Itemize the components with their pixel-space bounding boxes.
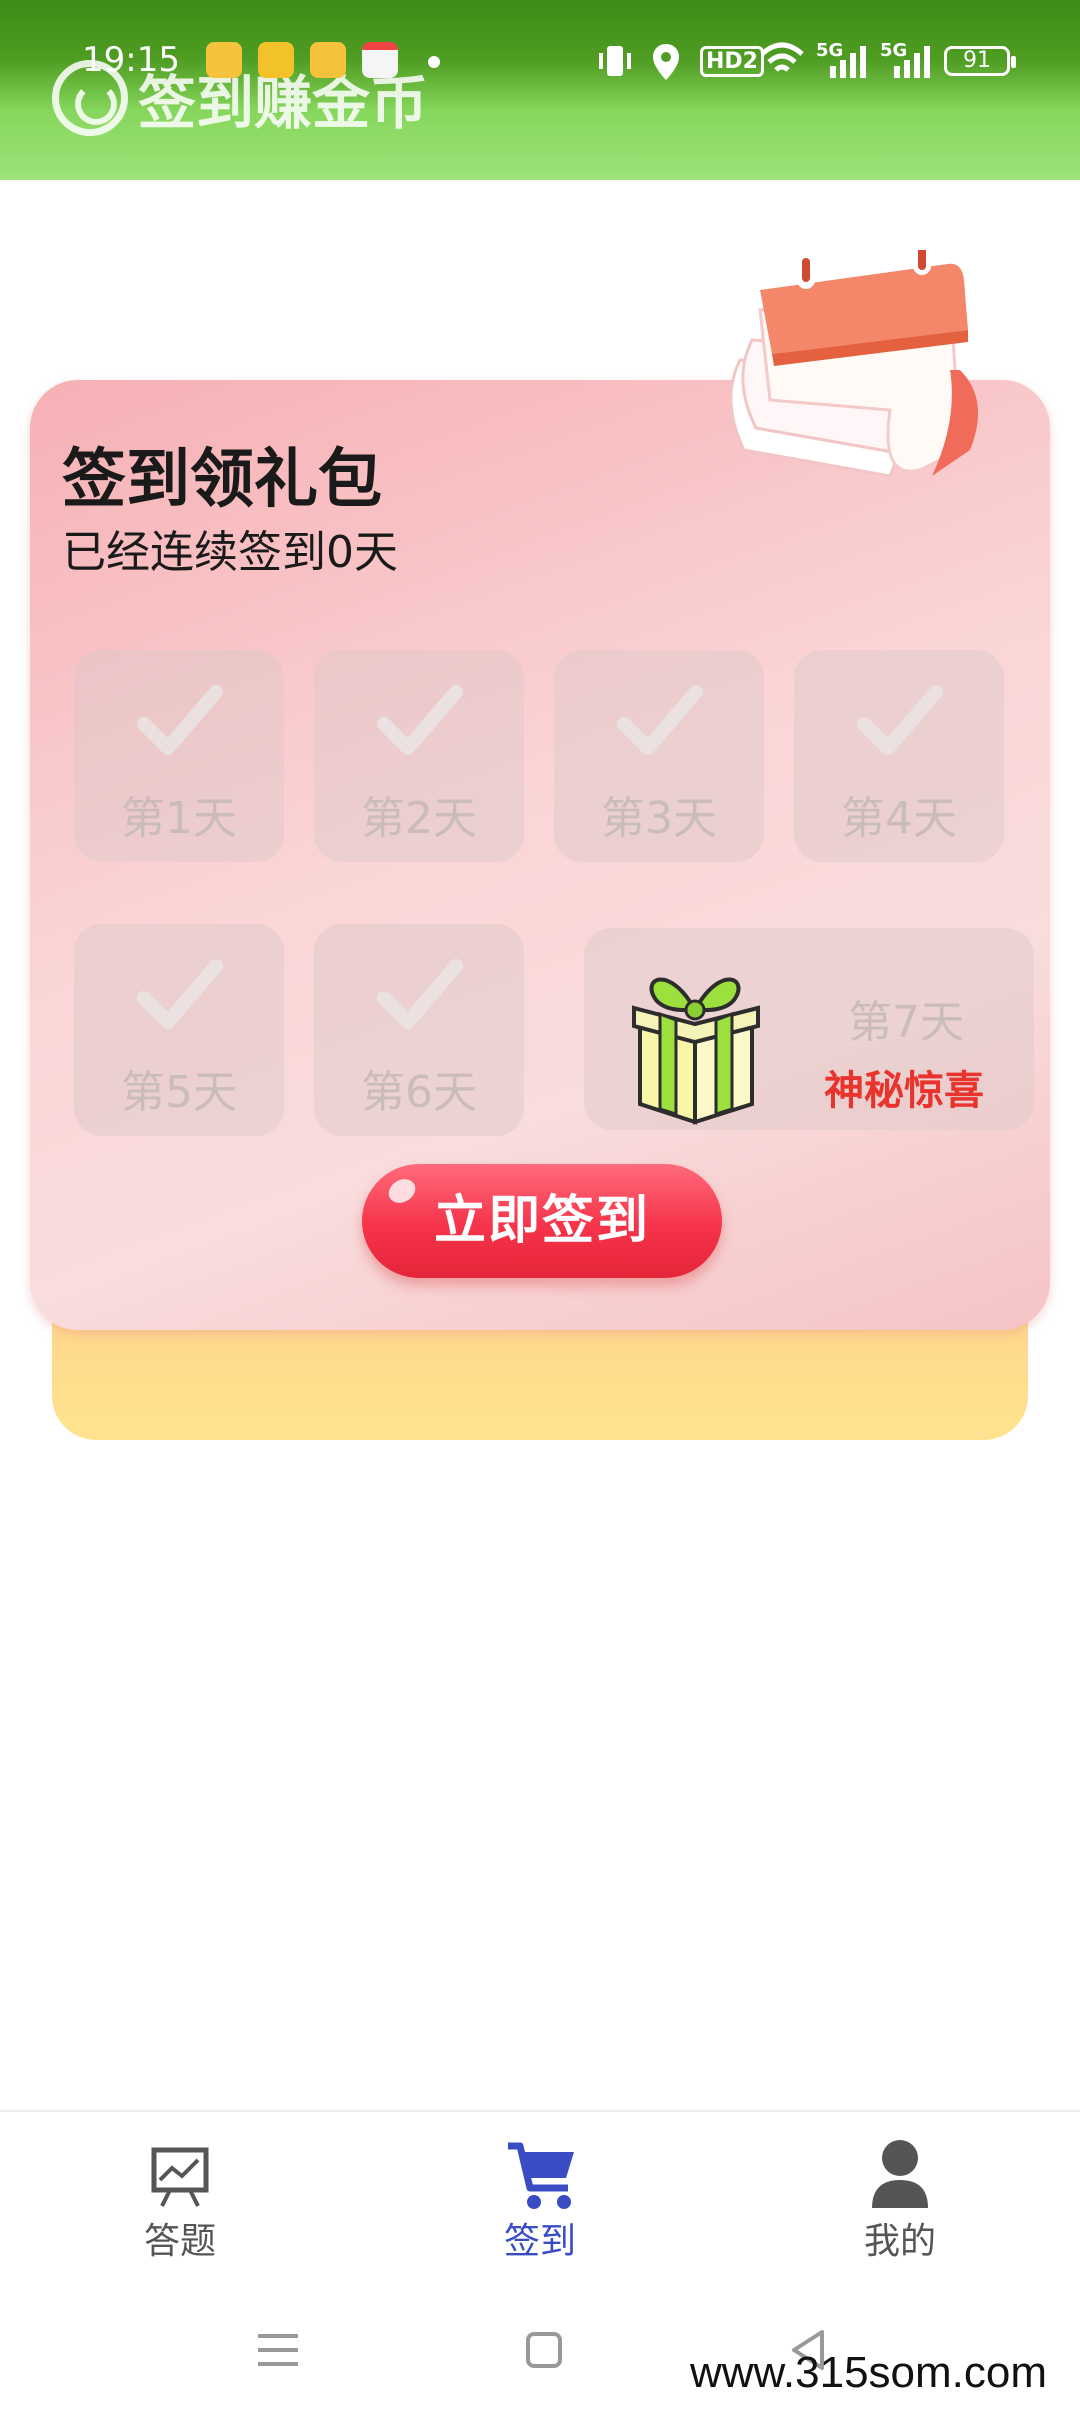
app-header: 签到赚金币 19:15 HD2 5G 5G 91 bbox=[0, 0, 1080, 180]
notification-wallet-app-icon bbox=[362, 42, 398, 78]
day-tile-4: 第4天 bbox=[794, 650, 1004, 862]
status-bar: 19:15 HD2 5G 5G 91 bbox=[0, 30, 1080, 96]
hd-icon: HD2 bbox=[700, 46, 764, 77]
notification-seven-app-icon bbox=[258, 42, 294, 78]
nav-label-quiz: 答题 bbox=[143, 2221, 216, 2262]
streak-text: 已经连续签到0天 bbox=[62, 527, 398, 578]
sign-in-button-label: 立即签到 bbox=[433, 1191, 650, 1251]
menu-icon[interactable] bbox=[248, 2326, 308, 2374]
status-time: 19:15 bbox=[82, 40, 180, 80]
vibrate-icon bbox=[599, 46, 631, 76]
button-shine bbox=[384, 1174, 420, 1208]
shopping-cart-icon bbox=[508, 2142, 574, 2209]
check-icon bbox=[137, 959, 223, 1029]
day-tile-3: 第3天 bbox=[554, 650, 764, 862]
check-icon bbox=[857, 685, 943, 755]
gift-icon bbox=[632, 977, 760, 1125]
nav-item-profile[interactable]: 我的 bbox=[720, 2112, 1080, 2292]
check-icon bbox=[617, 685, 703, 755]
home-icon[interactable] bbox=[514, 2326, 574, 2374]
day-label: 第3天 bbox=[601, 793, 717, 844]
check-icon bbox=[377, 959, 463, 1029]
day-label: 第5天 bbox=[121, 1067, 237, 1118]
sign-in-button[interactable]: 立即签到 bbox=[362, 1164, 722, 1278]
notification-dot-icon bbox=[428, 56, 440, 68]
card-title: 签到领礼包 bbox=[62, 443, 382, 517]
nav-label-profile: 我的 bbox=[863, 2221, 936, 2262]
calendar-icon bbox=[729, 250, 978, 478]
day-label: 第4天 bbox=[841, 793, 957, 844]
nav-item-signin[interactable]: 签到 bbox=[360, 2112, 720, 2292]
surprise-reward-text: 神秘惊喜 bbox=[824, 1068, 984, 1114]
day-label: 第1天 bbox=[121, 793, 237, 844]
day-tile-6: 第6天 bbox=[314, 924, 524, 1136]
day-label: 第7天 bbox=[848, 997, 964, 1048]
day-label: 第2天 bbox=[361, 793, 477, 844]
watermark-text: www.315som.com bbox=[690, 2348, 1048, 2397]
chart-board-icon bbox=[151, 2147, 209, 2207]
bottom-nav: 答题 签到 我的 bbox=[0, 2110, 1080, 2290]
day-tile-5: 第5天 bbox=[74, 924, 284, 1136]
day-tile-7: 第7天 神秘惊喜 bbox=[584, 928, 1034, 1130]
day-label: 第6天 bbox=[361, 1067, 477, 1118]
nav-item-quiz[interactable]: 答题 bbox=[0, 2112, 360, 2292]
check-icon bbox=[377, 685, 463, 755]
sign-in-card: 签到领礼包 已经连续签到0天 第1天 第2天 第3天 第4天 第5天 第6天 第… bbox=[30, 380, 1050, 1330]
nav-label-signin: 签到 bbox=[503, 2221, 576, 2262]
notification-heart-app-icon bbox=[206, 42, 242, 78]
check-icon bbox=[137, 685, 223, 755]
user-icon bbox=[872, 2140, 928, 2208]
notification-book-app-icon bbox=[310, 42, 346, 78]
battery-icon: 91 bbox=[944, 46, 1016, 76]
signal-bars-icon bbox=[830, 46, 866, 78]
wifi-icon bbox=[760, 42, 804, 72]
day-tile-1: 第1天 bbox=[74, 650, 284, 862]
day-tile-2: 第2天 bbox=[314, 650, 524, 862]
location-icon bbox=[653, 44, 679, 80]
signal-bars-icon-2 bbox=[894, 46, 930, 78]
